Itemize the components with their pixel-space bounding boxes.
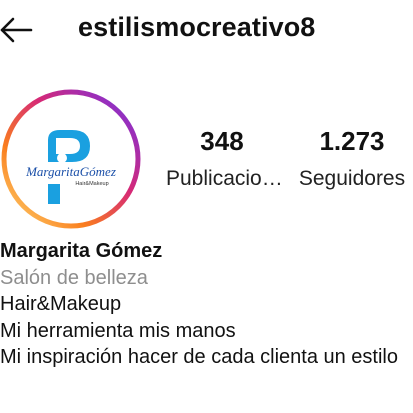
posts-stat[interactable]: 348 Publicacio… bbox=[166, 126, 283, 191]
profile-bio: Margarita Gómez Salón de belleza Hair&Ma… bbox=[0, 238, 413, 371]
profile-header: estilismocreativo8 bbox=[0, 0, 413, 64]
followers-label: Seguidores bbox=[298, 167, 406, 190]
logo-text: MargaritaGómez bbox=[25, 164, 116, 179]
posts-count: 348 bbox=[200, 126, 244, 156]
profile-name: Margarita Gómez bbox=[0, 240, 163, 262]
avatar: MargaritaGómez Hair&Makeup bbox=[1, 89, 141, 229]
profile-username: estilismocreativo8 bbox=[78, 12, 316, 42]
profile-category[interactable]: Salón de belleza bbox=[0, 265, 413, 292]
bio-line: Hair&Makeup bbox=[0, 293, 122, 315]
bio-line: Mi inspiración hacer de cada clienta un … bbox=[0, 346, 398, 368]
bio-line: Mi herramienta mis manos bbox=[0, 319, 236, 342]
followers-count: 1.273 bbox=[319, 126, 385, 156]
logo-subtext: Hair&Makeup bbox=[75, 181, 108, 187]
arrow-left-icon bbox=[0, 17, 33, 43]
back-button[interactable] bbox=[0, 10, 40, 50]
posts-label: Publicacio… bbox=[166, 167, 283, 190]
profile-avatar[interactable]: MargaritaGómez Hair&Makeup bbox=[0, 88, 142, 230]
followers-stat[interactable]: 1.273 Seguidores bbox=[296, 126, 408, 191]
